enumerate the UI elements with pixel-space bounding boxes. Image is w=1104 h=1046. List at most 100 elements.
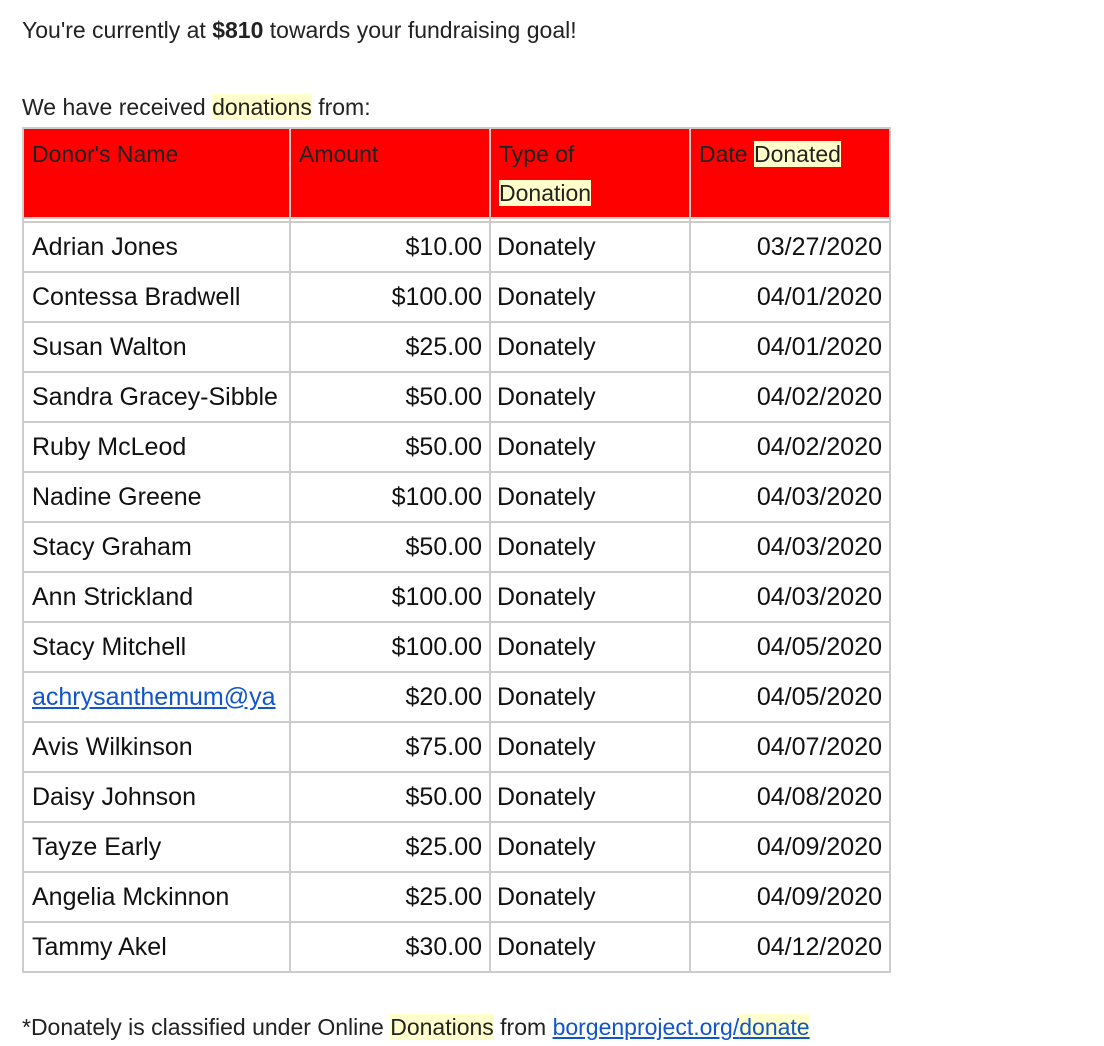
amount-cell: $50.00 xyxy=(289,521,491,573)
donor-name-cell: Contessa Bradwell xyxy=(22,271,291,323)
header-date-prefix: Date xyxy=(699,141,754,167)
donation-type-cell: Donately xyxy=(489,571,691,623)
donation-type-cell: Donately xyxy=(489,321,691,373)
date-cell: 04/03/2020 xyxy=(689,571,891,623)
header-date: Date Donated xyxy=(689,127,891,219)
amount-cell: $25.00 xyxy=(289,821,491,873)
donor-name-cell: Adrian Jones xyxy=(22,221,291,273)
received-suffix: from: xyxy=(311,94,371,120)
table-row: Daisy Johnson $50.00 Donately 04/08/2020 xyxy=(22,771,891,823)
date-cell: 04/02/2020 xyxy=(689,421,891,473)
table-row: Tammy Akel $30.00 Donately 04/12/2020 xyxy=(22,921,891,973)
fundraising-status: You're currently at $810 towards your fu… xyxy=(22,14,577,46)
table-row: Stacy Graham $50.00 Donately 04/03/2020 xyxy=(22,521,891,573)
donation-type-cell: Donately xyxy=(489,271,691,323)
table-row: achrysanthemum@ya $20.00 Donately 04/05/202… xyxy=(22,671,891,723)
email-body: You're currently at $810 towards your fu… xyxy=(0,0,1104,1046)
donor-name-cell: achrysanthemum@ya xyxy=(22,671,291,723)
amount-cell: $10.00 xyxy=(289,221,491,273)
donate-link[interactable]: borgenproject.org/donate xyxy=(553,1014,810,1040)
donor-name-cell: Angelia Mckinnon xyxy=(22,871,291,923)
header-type: Type of Donation xyxy=(489,127,691,219)
donor-name-cell: Nadine Greene xyxy=(22,471,291,523)
amount-cell: $20.00 xyxy=(289,671,491,723)
date-cell: 04/01/2020 xyxy=(689,271,891,323)
date-cell: 04/08/2020 xyxy=(689,771,891,823)
received-heading: We have received donations from: xyxy=(22,91,371,123)
donation-type-cell: Donately xyxy=(489,671,691,723)
header-amount: Amount xyxy=(289,127,491,219)
received-prefix: We have received xyxy=(22,94,213,120)
table-header-row: Donor's Name Amount Type of Donation Date… xyxy=(22,127,891,219)
footer-middle: from xyxy=(493,1014,553,1040)
amount-cell: $75.00 xyxy=(289,721,491,773)
donation-type-cell: Donately xyxy=(489,921,691,973)
table-row: Nadine Greene $100.00 Donately 04/03/2020 xyxy=(22,471,891,523)
donor-name-cell: Stacy Mitchell xyxy=(22,621,291,673)
donation-type-cell: Donately xyxy=(489,871,691,923)
donors-table-body: Adrian Jones $10.00 Donately 03/27/2020 Cont… xyxy=(22,217,891,973)
date-cell: 04/03/2020 xyxy=(689,521,891,573)
header-donor-name: Donor's Name xyxy=(22,127,291,219)
donor-name-cell: Daisy Johnson xyxy=(22,771,291,823)
intro-prefix: You're currently at xyxy=(22,17,213,43)
table-row: Angelia Mckinnon $25.00 Donately 04/09/2020 xyxy=(22,871,891,923)
footer-prefix: *Donately is classified under Online xyxy=(22,1014,391,1040)
donation-type-cell: Donately xyxy=(489,721,691,773)
date-cell: 04/05/2020 xyxy=(689,621,891,673)
donor-name-cell: Susan Walton xyxy=(22,321,291,373)
donate-link-highlight: donate xyxy=(739,1014,810,1040)
intro-suffix: towards your fundraising goal! xyxy=(263,17,577,43)
donation-type-cell: Donately xyxy=(489,371,691,423)
footer-highlight: Donations xyxy=(390,1014,494,1040)
date-cell: 04/09/2020 xyxy=(689,871,891,923)
table-row: Adrian Jones $10.00 Donately 03/27/2020 xyxy=(22,221,891,273)
donation-type-cell: Donately xyxy=(489,521,691,573)
table-row: Stacy Mitchell $100.00 Donately 04/05/2020 xyxy=(22,621,891,673)
amount-cell: $30.00 xyxy=(289,921,491,973)
donation-type-cell: Donately xyxy=(489,221,691,273)
amount-cell: $25.00 xyxy=(289,871,491,923)
table-row: Sandra Gracey-Sibble $50.00 Donately 04/02/… xyxy=(22,371,891,423)
donor-name-cell: Tammy Akel xyxy=(22,921,291,973)
date-cell: 04/05/2020 xyxy=(689,671,891,723)
donation-type-cell: Donately xyxy=(489,471,691,523)
table-row: Avis Wilkinson $75.00 Donately 04/07/2020 xyxy=(22,721,891,773)
amount-cell: $50.00 xyxy=(289,771,491,823)
footer-note: *Donately is classified under Online Don… xyxy=(22,1011,810,1043)
date-cell: 04/01/2020 xyxy=(689,321,891,373)
donor-name-cell: Ann Strickland xyxy=(22,571,291,623)
donate-link-main: borgenproject.org/ xyxy=(552,1014,740,1040)
amount-cell: $50.00 xyxy=(289,371,491,423)
donor-name-cell: Avis Wilkinson xyxy=(22,721,291,773)
amount-cell: $100.00 xyxy=(289,621,491,673)
received-highlight: donations xyxy=(212,94,312,120)
donor-name-cell: Stacy Graham xyxy=(22,521,291,573)
header-date-highlight: Donated xyxy=(753,141,841,167)
table-row: Contessa Bradwell $100.00 Donately 04/01/20… xyxy=(22,271,891,323)
amount-cell: $50.00 xyxy=(289,421,491,473)
donation-type-cell: Donately xyxy=(489,421,691,473)
donors-table: Donor's Name Amount Type of Donation Date… xyxy=(22,127,891,973)
table-row: Susan Walton $25.00 Donately 04/01/2020 xyxy=(22,321,891,373)
header-type-line1: Type of xyxy=(499,141,575,167)
donor-email-link[interactable]: achrysanthemum@ya xyxy=(32,683,276,711)
table-row: Ruby McLeod $50.00 Donately 04/02/2020 xyxy=(22,421,891,473)
donation-type-cell: Donately xyxy=(489,621,691,673)
date-cell: 04/03/2020 xyxy=(689,471,891,523)
amount-cell: $25.00 xyxy=(289,321,491,373)
donor-name-cell: Sandra Gracey-Sibble xyxy=(22,371,291,423)
current-amount: $810 xyxy=(212,17,264,43)
date-cell: 04/09/2020 xyxy=(689,821,891,873)
donor-name-cell: Tayze Early xyxy=(22,821,291,873)
donation-type-cell: Donately xyxy=(489,821,691,873)
date-cell: 04/12/2020 xyxy=(689,921,891,973)
amount-cell: $100.00 xyxy=(289,571,491,623)
donor-name-cell: Ruby McLeod xyxy=(22,421,291,473)
table-row: Ann Strickland $100.00 Donately 04/03/2020 xyxy=(22,571,891,623)
amount-cell: $100.00 xyxy=(289,471,491,523)
date-cell: 04/02/2020 xyxy=(689,371,891,423)
header-type-line2: Donation xyxy=(499,180,592,206)
table-row: Tayze Early $25.00 Donately 04/09/2020 xyxy=(22,821,891,873)
date-cell: 03/27/2020 xyxy=(689,221,891,273)
